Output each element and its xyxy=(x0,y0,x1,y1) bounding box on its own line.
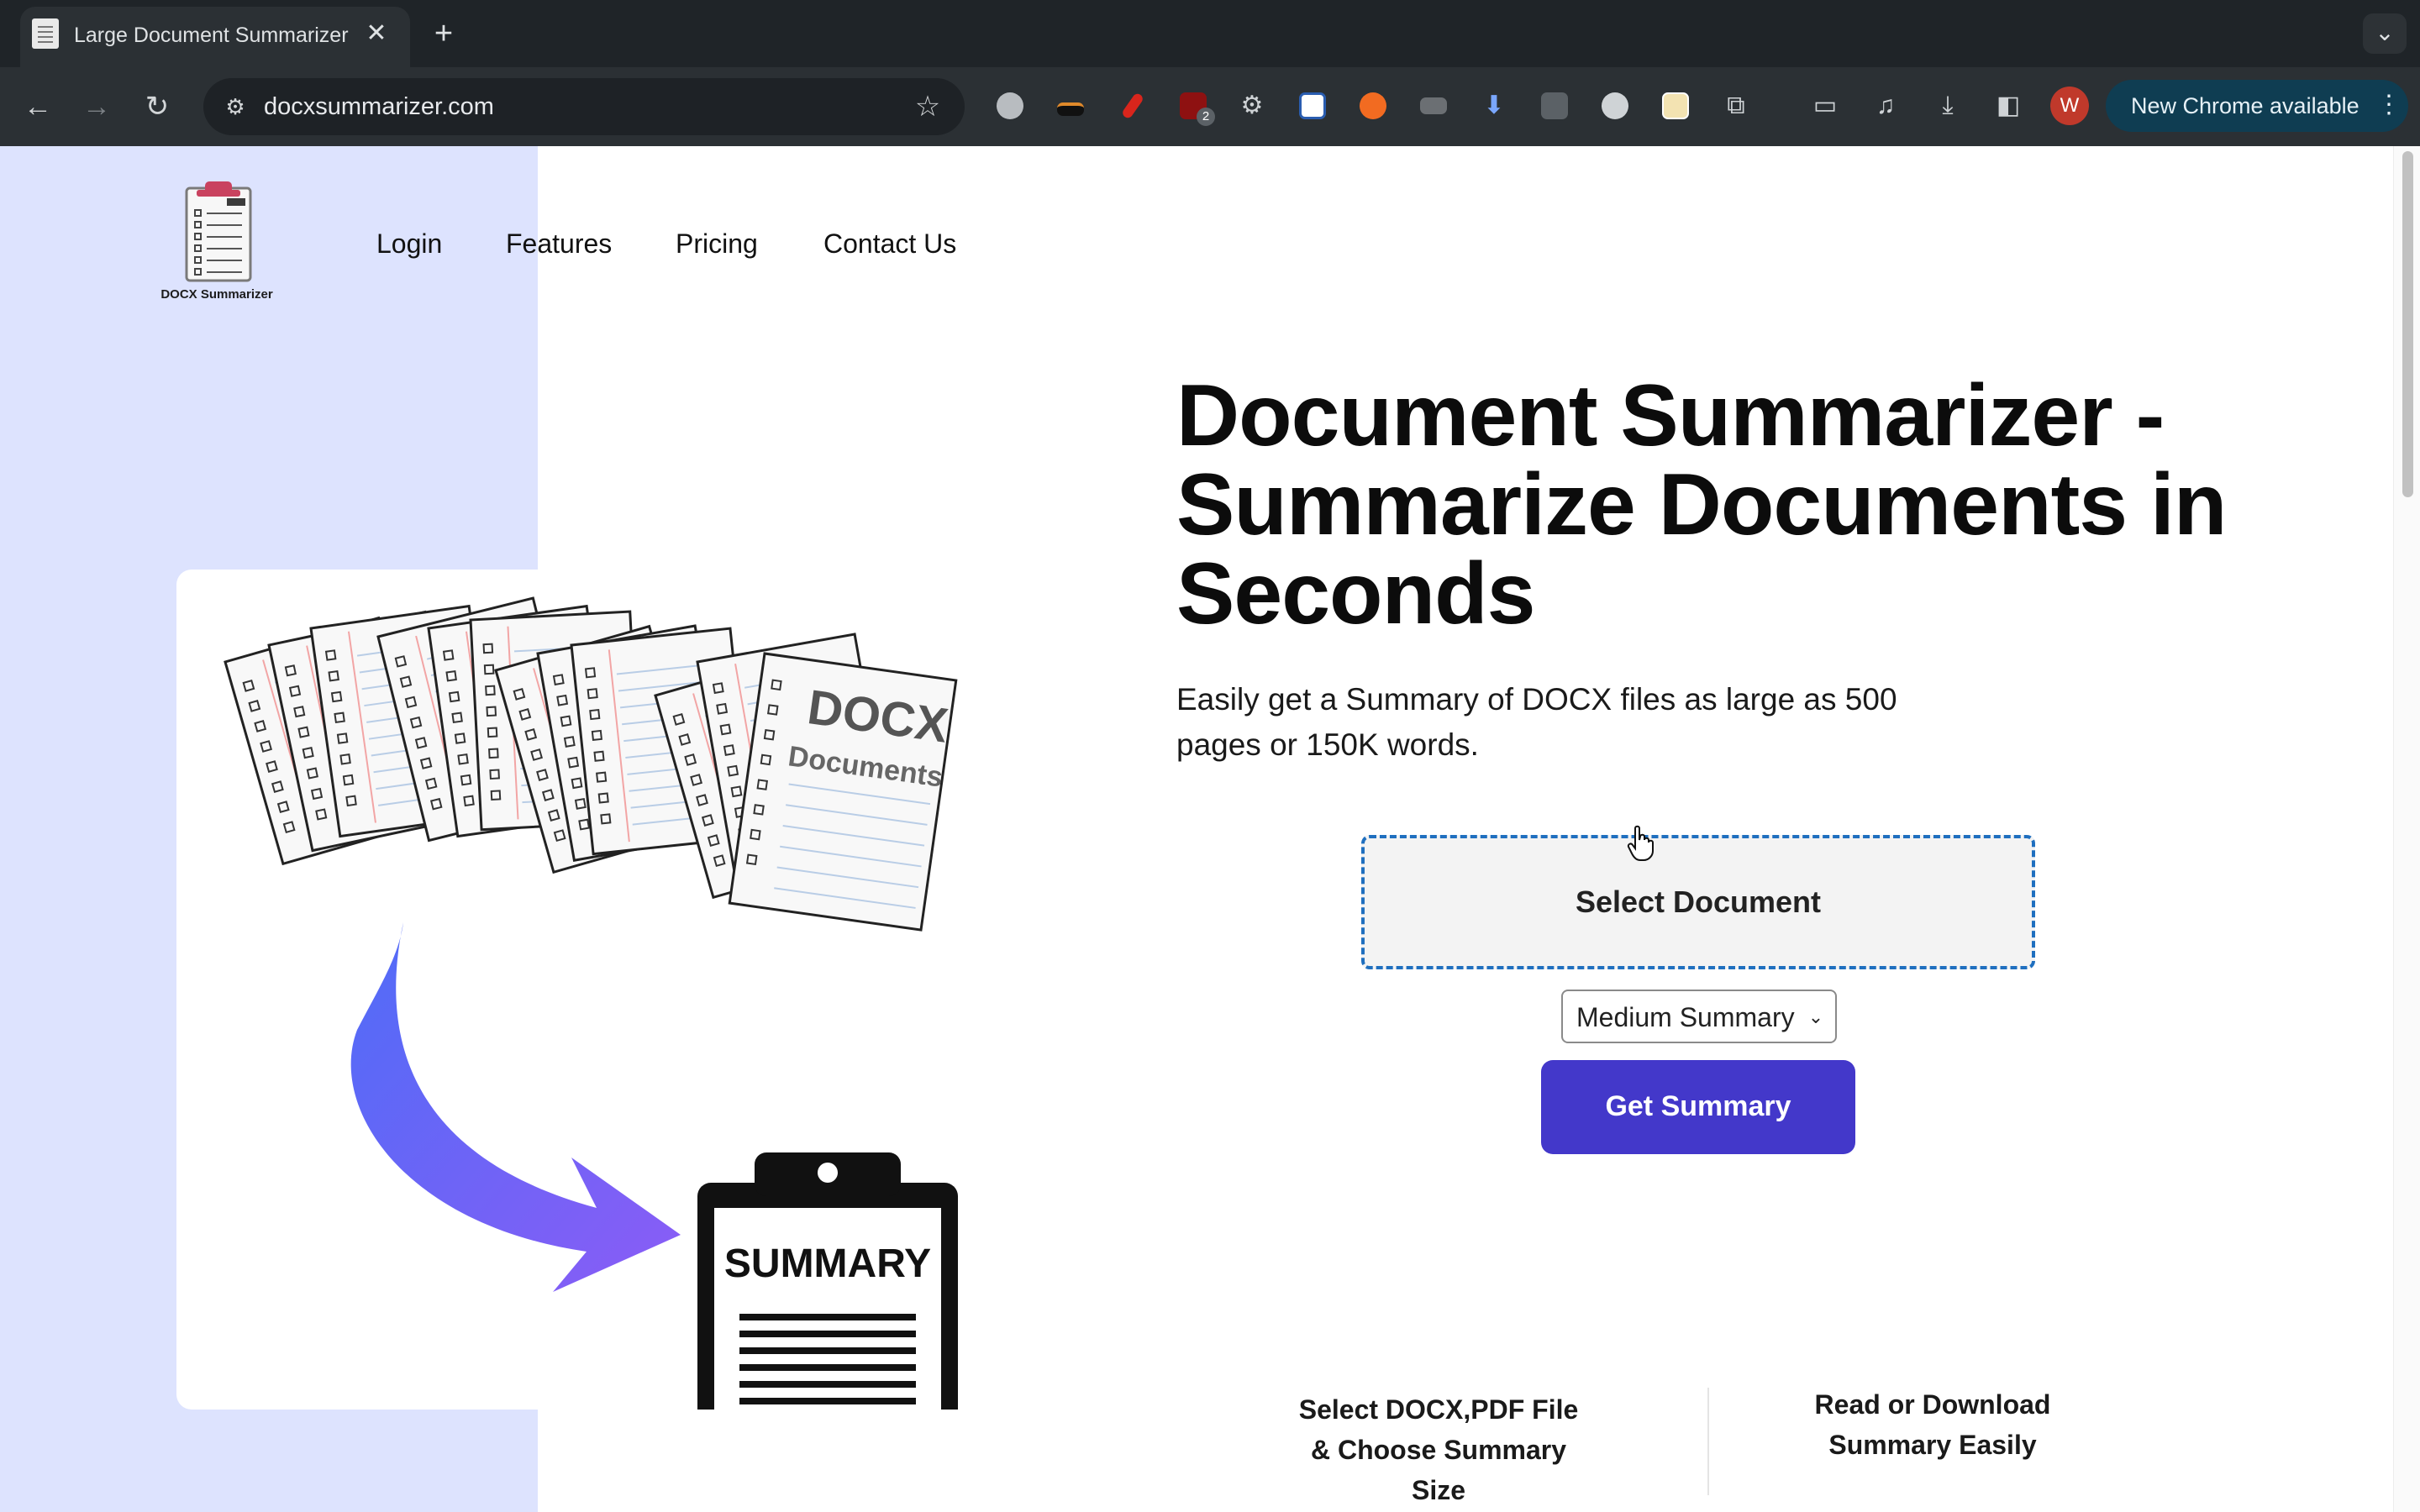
browser-tab[interactable]: Large Document Summarizer ✕ xyxy=(20,7,410,69)
new-chrome-available-button[interactable]: New Chrome available ⋮ xyxy=(2106,80,2408,132)
extension-a-icon[interactable] xyxy=(1294,87,1331,124)
downloads-icon[interactable]: ⤓ xyxy=(1929,87,1966,124)
bookmark-star-icon[interactable]: ☆ xyxy=(908,87,948,127)
page-title: Document Summarizer - Summarize Document… xyxy=(1176,367,2227,643)
tab-strip: Large Document Summarizer ✕ + ⌄ xyxy=(0,0,2420,69)
extensions-puzzle-icon[interactable]: ⧉ xyxy=(1718,87,1754,124)
nav-contact-link[interactable]: Contact Us xyxy=(823,225,956,262)
site-settings-icon[interactable]: ⚙ xyxy=(217,88,254,125)
extension-badge: 2 xyxy=(1197,108,1215,126)
site-logo[interactable]: DOCX Summarizer xyxy=(151,176,282,306)
profile-avatar[interactable]: W xyxy=(2050,87,2089,125)
logo-caption: DOCX Summarizer xyxy=(160,287,273,302)
extension-crx-icon[interactable] xyxy=(1415,87,1452,124)
reload-icon[interactable]: ↻ xyxy=(136,86,178,128)
nav-features-link[interactable]: Features xyxy=(506,225,612,262)
clipboard-summary-label: SUMMARY xyxy=(724,1242,931,1286)
close-tab-icon[interactable]: ✕ xyxy=(360,17,393,50)
clipboard-logo-icon xyxy=(185,181,252,282)
forward-arrow-icon[interactable]: → xyxy=(76,86,118,128)
extension-circle-icon[interactable] xyxy=(1597,87,1634,124)
page-viewport: DOCX Summarizer Login Features Pricing C… xyxy=(0,146,2420,1512)
extension-pen-icon[interactable] xyxy=(1114,87,1151,124)
side-panel-icon[interactable]: ◧ xyxy=(1990,87,2027,124)
extension-download-arrow-icon[interactable]: ⬇ xyxy=(1476,87,1512,124)
extension-shield-icon[interactable]: 2 xyxy=(1175,87,1215,126)
hero-illustration-card: DOCX Documents SUMMARY xyxy=(176,570,1008,1512)
step-read-download: Read or Download Summary Easily xyxy=(1814,1389,2051,1460)
page-subtitle: Easily get a Summary of DOCX files as la… xyxy=(1176,682,1897,762)
select-document-dropzone[interactable]: Select Document xyxy=(1361,835,2035,969)
scrollbar-thumb[interactable] xyxy=(2402,151,2413,497)
extension-square-icon[interactable] xyxy=(1536,87,1573,124)
page-scrollbar[interactable] xyxy=(2393,146,2420,1512)
chevron-down-icon: ⌄ xyxy=(1807,1006,1824,1027)
new-tab-icon[interactable]: + xyxy=(424,15,464,55)
docs-to-summary-illustration: DOCX Documents SUMMARY xyxy=(224,596,958,1512)
get-summary-button[interactable]: Get Summary xyxy=(1541,1060,1855,1154)
nav-login-link[interactable]: Login xyxy=(376,225,442,262)
nav-pricing-link[interactable]: Pricing xyxy=(676,225,758,262)
select-document-label: Select Document xyxy=(1575,885,1822,919)
get-summary-label: Get Summary xyxy=(1605,1090,1791,1122)
step-divider xyxy=(1707,1388,1709,1495)
url-text[interactable]: docxsummarizer.com xyxy=(264,90,768,123)
extension-eyes-icon[interactable] xyxy=(992,87,1028,124)
back-arrow-icon[interactable]: ← xyxy=(17,86,59,128)
tab-search-chevron-icon[interactable]: ⌄ xyxy=(2363,13,2407,54)
more-menu-icon[interactable]: ⋮ xyxy=(2376,88,2402,123)
update-label: New Chrome available xyxy=(2131,93,2360,118)
tab-title: Large Document Summarizer xyxy=(74,24,349,47)
media-control-icon[interactable]: ♫ xyxy=(1867,87,1904,124)
summary-size-value: Medium Summary xyxy=(1576,1002,1795,1032)
step-select-file: Select DOCX,PDF File & Choose Summary Si… xyxy=(1298,1394,1579,1505)
extension-hat-icon[interactable] xyxy=(1052,87,1089,124)
extension-image-icon[interactable] xyxy=(1657,87,1694,124)
summary-size-select[interactable]: Medium Summary ⌄ xyxy=(1561,990,1837,1043)
extension-orange-icon[interactable] xyxy=(1355,87,1392,124)
address-bar[interactable]: ⚙ docxsummarizer.com ☆ xyxy=(203,78,965,135)
hand-cursor-icon xyxy=(1627,825,1654,861)
extension-gear-icon[interactable]: ⚙ xyxy=(1234,87,1270,124)
cast-icon[interactable]: ▭ xyxy=(1807,87,1844,124)
document-favicon-icon xyxy=(32,18,59,49)
